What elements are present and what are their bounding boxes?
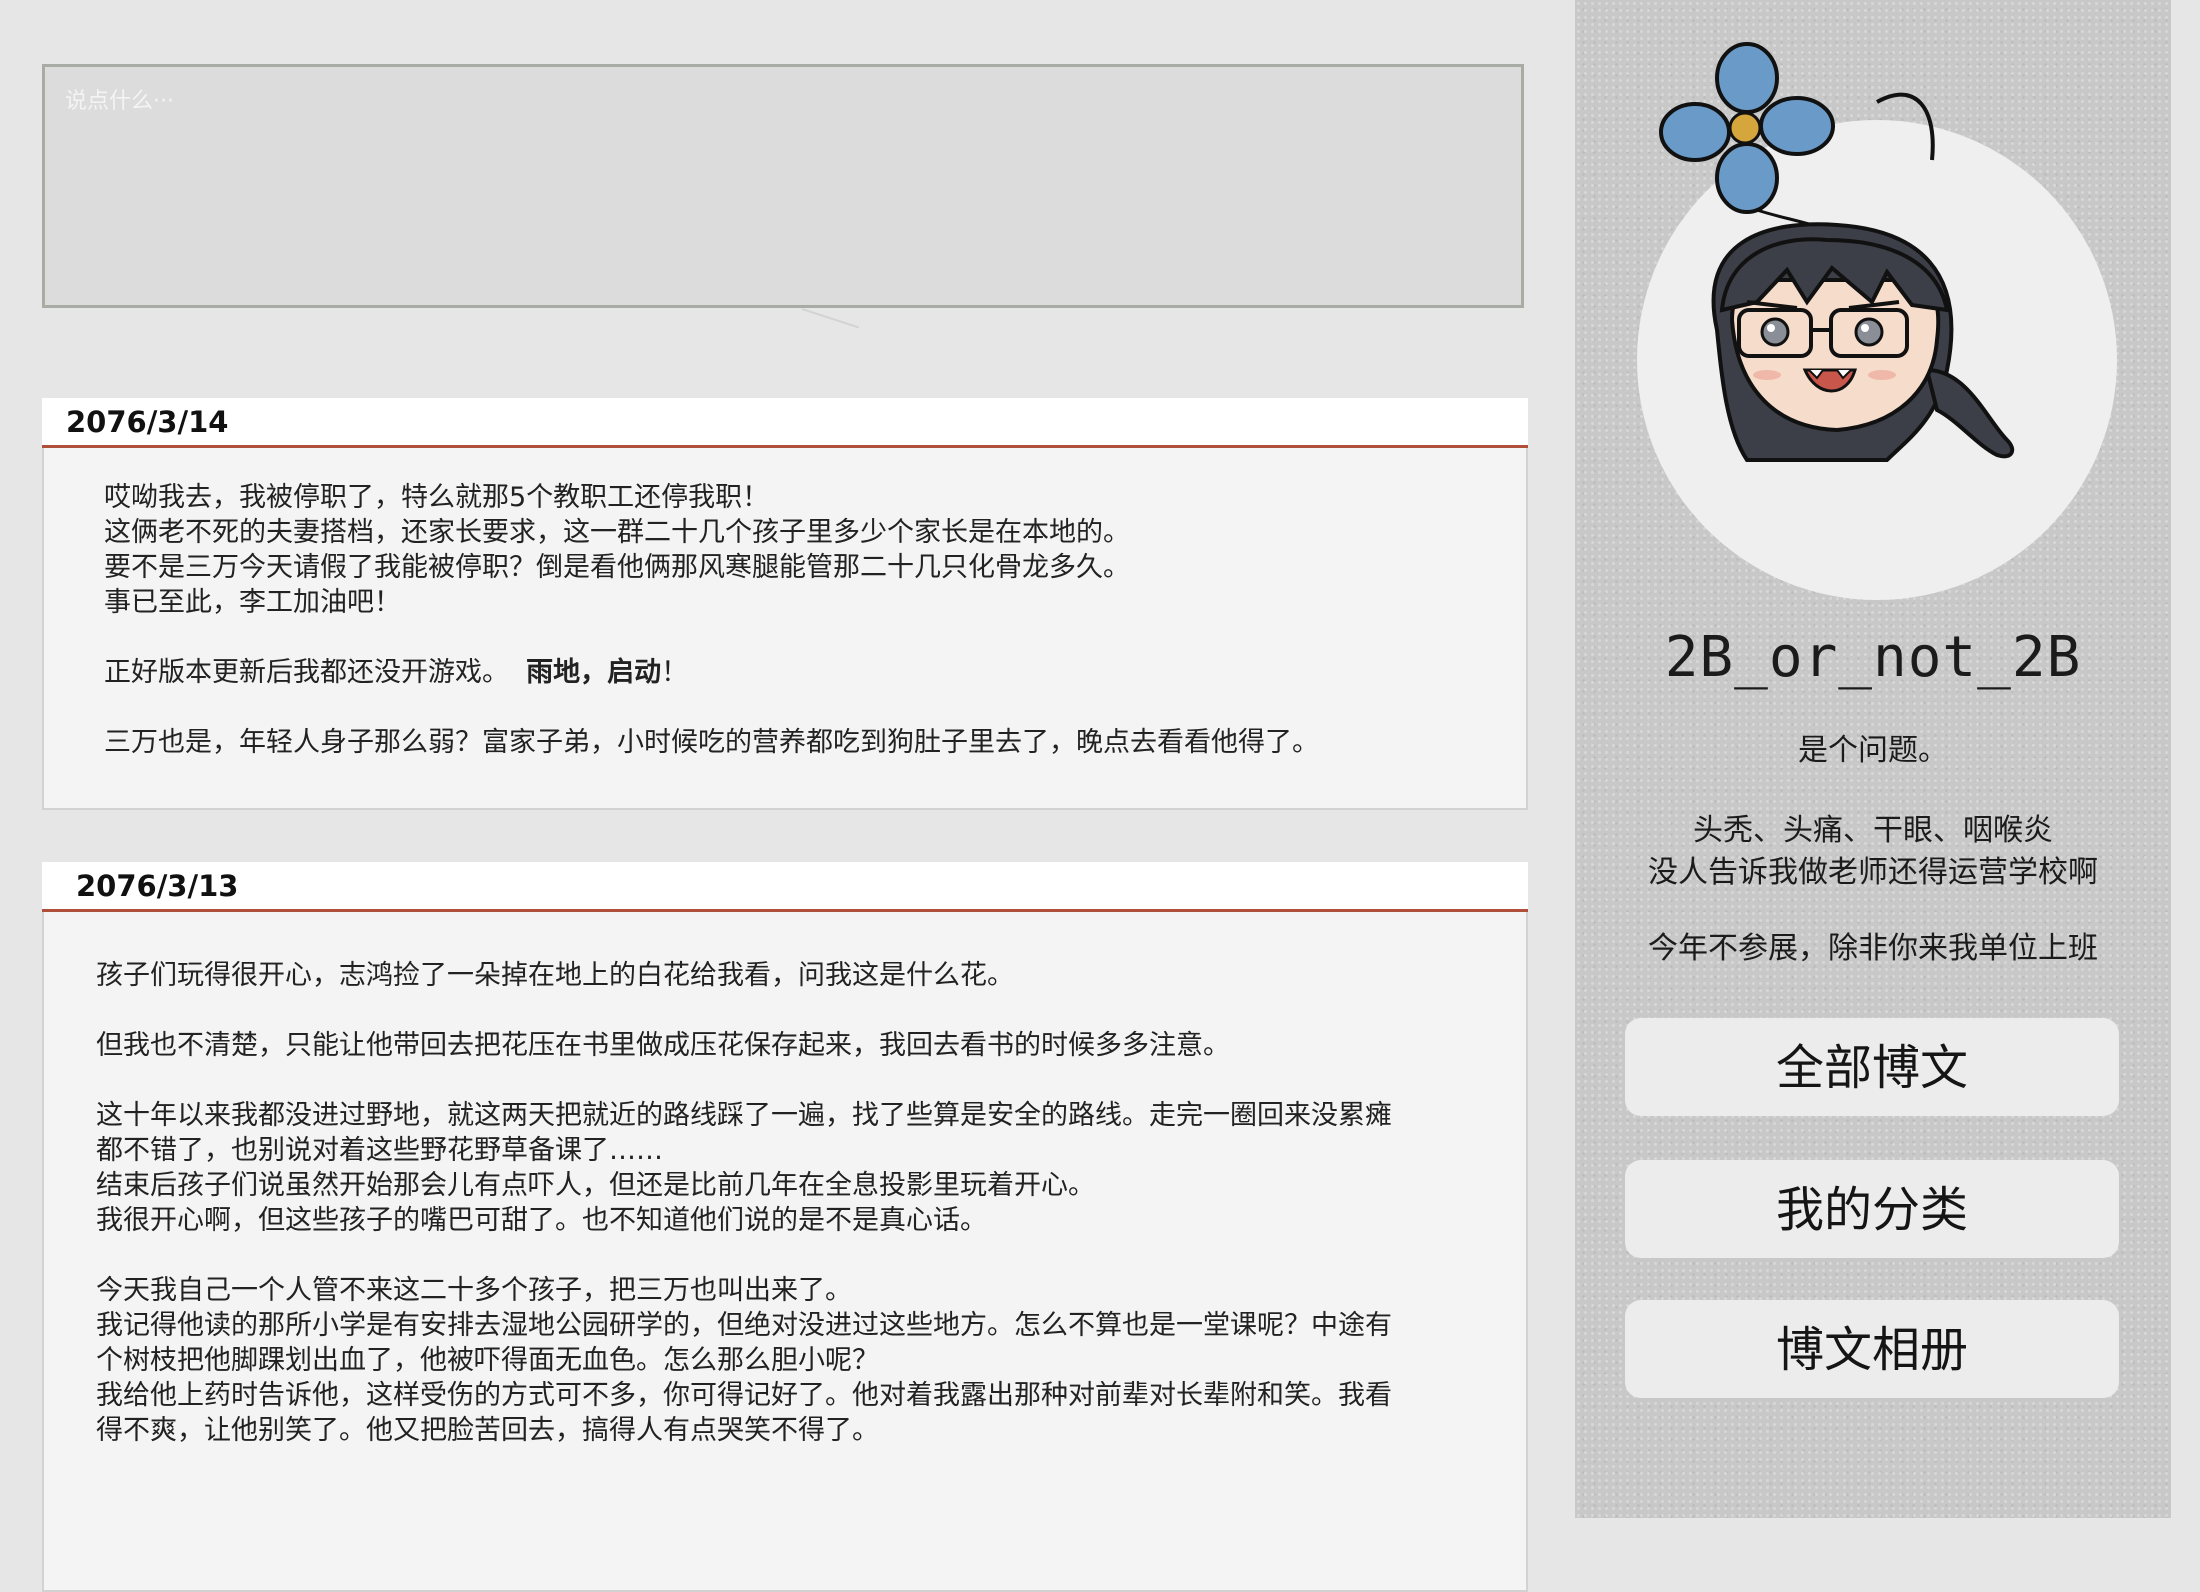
post-emphasis: 雨地，启动 <box>526 657 662 688</box>
post-emphasis-suffix: ！ <box>661 657 689 688</box>
post-line: 个树枝把他脚踝划出血了，他被吓得面无血色。怎么那么胆小呢？ <box>96 1345 879 1376</box>
post-date: 2076/3/14 <box>66 405 229 439</box>
post-body: 哎呦我去，我被停职了，特么就那5个教职工还停我职！ 这俩老不死的夫妻搭档，还家长… <box>42 448 1528 810</box>
post-line: 都不错了，也别说对着这些野花野草备课了…… <box>96 1135 663 1166</box>
post-paragraph: 孩子们玩得很开心，志鸿捡了一朵掉在地上的白花给我看，问我这是什么花。 <box>96 958 1474 993</box>
post-line: 孩子们玩得很开心，志鸿捡了一朵掉在地上的白花给我看，问我这是什么花。 <box>96 960 1014 991</box>
profile-bio-note: 今年不参展，除非你来我单位上班 <box>1648 931 2098 966</box>
profile-bio-line: 头秃、头痛、干眼、咽喉炎 <box>1693 813 2053 848</box>
post-paragraph: 正好版本更新后我都还没开游戏。 雨地，启动！ <box>104 655 1474 690</box>
post-line: 今天我自己一个人管不来这二十多个孩子，把三万也叫出来了。 <box>96 1275 852 1306</box>
post-line: 事已至此，李工加油吧！ <box>104 587 401 618</box>
post-composer[interactable] <box>42 64 1524 308</box>
post-paragraph: 三万也是，年轻人身子那么弱？富家子弟，小时候吃的营养都吃到狗肚子里去了，晚点去看… <box>104 725 1474 760</box>
nav-album-button[interactable]: 博文相册 <box>1625 1300 2119 1398</box>
flower-icon <box>1659 42 1835 214</box>
post-header: 2076/3/13 <box>42 862 1528 912</box>
post-line: 得不爽，让他别笑了。他又把脸苦回去，搞得人有点哭笑不得了。 <box>96 1415 879 1446</box>
post-paragraph: 今天我自己一个人管不来这二十多个孩子，把三万也叫出来了。 我记得他读的那所小学是… <box>96 1273 1474 1448</box>
post-line: 要不是三万今天请假了我能被停职？倒是看他俩那风寒腿能管那二十几只化骨龙多久。 <box>104 552 1130 583</box>
blog-post: 2076/3/14 哎呦我去，我被停职了，特么就那5个教职工还停我职！ 这俩老不… <box>42 398 1528 810</box>
post-header: 2076/3/14 <box>42 398 1528 448</box>
post-line: 这俩老不死的夫妻搭档，还家长要求，这一群二十几个孩子里多少个家长是在本地的。 <box>104 517 1130 548</box>
blog-post: 2076/3/13 孩子们玩得很开心，志鸿捡了一朵掉在地上的白花给我看，问我这是… <box>42 862 1528 1592</box>
profile-username: 2B_or_not_2B <box>1664 625 2082 690</box>
post-line: 这十年以来我都没进过野地，就这两天把就近的路线踩了一遍，找了些算是安全的路线。走… <box>96 1100 1392 1131</box>
profile-bio-details: 头秃、头痛、干眼、咽喉炎 没人告诉我做老师还得运营学校啊 <box>1575 810 2171 894</box>
post-line: 我给他上药时告诉他，这样受伤的方式可不多，你可得记好了。他对着我露出那种对前辈对… <box>96 1380 1392 1411</box>
avatar <box>1637 40 2137 600</box>
post-line: 结束后孩子们说虽然开始那会儿有点吓人，但还是比前几年在全息投影里玩着开心。 <box>96 1170 1095 1201</box>
profile-sidebar: 2B_or_not_2B 是个问题。 头秃、头痛、干眼、咽喉炎 没人告诉我做老师… <box>1575 0 2171 1518</box>
post-paragraph: 哎呦我去，我被停职了，特么就那5个教职工还停我职！ 这俩老不死的夫妻搭档，还家长… <box>104 480 1474 620</box>
profile-bio-line: 没人告诉我做老师还得运营学校啊 <box>1648 855 2098 890</box>
post-paragraph: 但我也不清楚，只能让他带回去把花压在书里做成压花保存起来，我回去看书的时候多多注… <box>96 1028 1474 1063</box>
avatar-illustration <box>1659 42 2015 462</box>
post-line: 正好版本更新后我都还没开游戏。 <box>104 657 509 688</box>
nav-all-posts-button[interactable]: 全部博文 <box>1625 1018 2119 1116</box>
post-line: 三万也是，年轻人身子那么弱？富家子弟，小时候吃的营养都吃到狗肚子里去了，晚点去看… <box>104 727 1319 758</box>
profile-bio-tagline: 是个问题。 <box>1798 733 1948 768</box>
post-line: 但我也不清楚，只能让他带回去把花压在书里做成压花保存起来，我回去看书的时候多多注… <box>96 1030 1230 1061</box>
post-date: 2076/3/13 <box>76 869 239 903</box>
post-line: 哎呦我去，我被停职了，特么就那5个教职工还停我职！ <box>104 482 770 513</box>
post-line: 我很开心啊，但这些孩子的嘴巴可甜了。也不知道他们说的是不是真心话。 <box>96 1205 987 1236</box>
composer-bubble-tail <box>801 308 860 329</box>
composer-input[interactable] <box>45 67 1521 305</box>
post-line: 我记得他读的那所小学是有安排去湿地公园研学的，但绝对没进过这些地方。怎么不算也是… <box>96 1310 1392 1341</box>
post-paragraph: 这十年以来我都没进过野地，就这两天把就近的路线踩了一遍，找了些算是安全的路线。走… <box>96 1098 1474 1238</box>
nav-categories-button[interactable]: 我的分类 <box>1625 1160 2119 1258</box>
post-body: 孩子们玩得很开心，志鸿捡了一朵掉在地上的白花给我看，问我这是什么花。 但我也不清… <box>42 912 1528 1592</box>
